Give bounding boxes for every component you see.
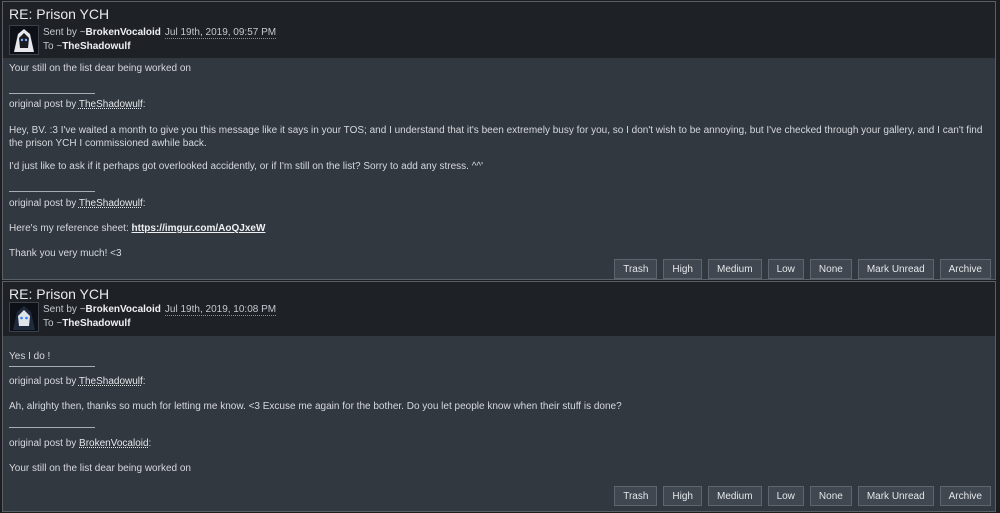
to-prefix: To ~	[43, 41, 63, 52]
quote-separator	[9, 427, 95, 428]
reply-text: Your still on the list dear being worked…	[9, 63, 191, 74]
quote-text: Your still on the list dear being worked…	[9, 463, 191, 474]
mark-unread-button[interactable]: Mark Unread	[857, 259, 934, 279]
quote-attribution: original post by BrokenVocaloid:	[9, 438, 152, 449]
high-button[interactable]: High	[663, 259, 702, 279]
sender-link[interactable]: BrokenVocaloid	[86, 27, 161, 38]
reference-line: Here's my reference sheet: https://imgur…	[9, 223, 266, 234]
avatar[interactable]	[9, 302, 39, 332]
recipient-link[interactable]: TheShadowulf	[62, 318, 130, 329]
quote-text: Ah, alrighty then, thanks so much for le…	[9, 401, 622, 412]
quote-attribution: original post by TheShadowulf:	[9, 99, 146, 110]
note-2: RE: Prison YCH Sent by ~BrokenVocaloid Ju…	[2, 281, 996, 512]
trash-button[interactable]: Trash	[614, 259, 658, 279]
quote-attribution: original post by TheShadowulf:	[9, 198, 146, 209]
sender-link[interactable]: BrokenVocaloid	[86, 304, 161, 315]
sent-prefix: Sent by ~	[43, 304, 86, 315]
quote-author-link[interactable]: TheShadowulf	[79, 198, 143, 209]
recipient-line: To ~TheShadowulf	[43, 41, 131, 52]
to-prefix: To ~	[43, 318, 63, 329]
quote-separator	[9, 366, 95, 367]
quote-author-link[interactable]: TheShadowulf	[79, 99, 143, 110]
archive-button[interactable]: Archive	[939, 259, 991, 279]
mark-unread-button[interactable]: Mark Unread	[857, 486, 934, 506]
none-button[interactable]: None	[809, 486, 852, 506]
recipient-link[interactable]: TheShadowulf	[62, 41, 130, 52]
quote-separator	[9, 93, 95, 94]
note-actions: Trash High Medium Low None Mark Unread A…	[614, 259, 991, 279]
none-button[interactable]: None	[809, 259, 852, 279]
trash-button[interactable]: Trash	[614, 486, 658, 506]
archive-button[interactable]: Archive	[939, 486, 991, 506]
note-date: Jul 19th, 2019, 10:08 PM	[164, 304, 277, 316]
note-date: Jul 19th, 2019, 09:57 PM	[164, 27, 277, 39]
quote-text: Hey, BV. :3 I've waited a month to give …	[9, 125, 983, 149]
reply-text: Yes I do !	[9, 351, 51, 362]
high-button[interactable]: High	[663, 486, 702, 506]
sender-line: Sent by ~BrokenVocaloid Jul 19th, 2019, 0…	[43, 27, 277, 39]
note-title[interactable]: RE: Prison YCH	[9, 286, 109, 302]
recipient-line: To ~TheShadowulf	[43, 318, 131, 329]
reference-link[interactable]: https://imgur.com/AoQJxeW	[132, 223, 266, 234]
note-header: RE: Prison YCH Sent by ~BrokenVocaloid Ju…	[3, 282, 995, 336]
avatar[interactable]	[9, 25, 39, 55]
quote-author-link[interactable]: BrokenVocaloid	[79, 438, 149, 449]
sender-line: Sent by ~BrokenVocaloid Jul 19th, 2019, 1…	[43, 304, 277, 316]
note-title[interactable]: RE: Prison YCH	[9, 6, 109, 22]
low-button[interactable]: Low	[767, 486, 804, 506]
note-actions: Trash High Medium Low None Mark Unread A…	[614, 486, 991, 506]
quote-separator	[9, 191, 95, 192]
quote-text: I'd just like to ask if it perhaps got o…	[9, 161, 484, 172]
medium-button[interactable]: Medium	[707, 259, 762, 279]
quote-attribution: original post by TheShadowulf:	[9, 376, 146, 387]
low-button[interactable]: Low	[767, 259, 804, 279]
note-1: RE: Prison YCH Sent by ~BrokenVocaloid Ju…	[2, 1, 996, 280]
note-header: RE: Prison YCH Sent by ~BrokenVocaloid Ju…	[3, 2, 995, 58]
quote-author-link[interactable]: TheShadowulf	[79, 376, 143, 387]
medium-button[interactable]: Medium	[707, 486, 762, 506]
sent-prefix: Sent by ~	[43, 27, 86, 38]
